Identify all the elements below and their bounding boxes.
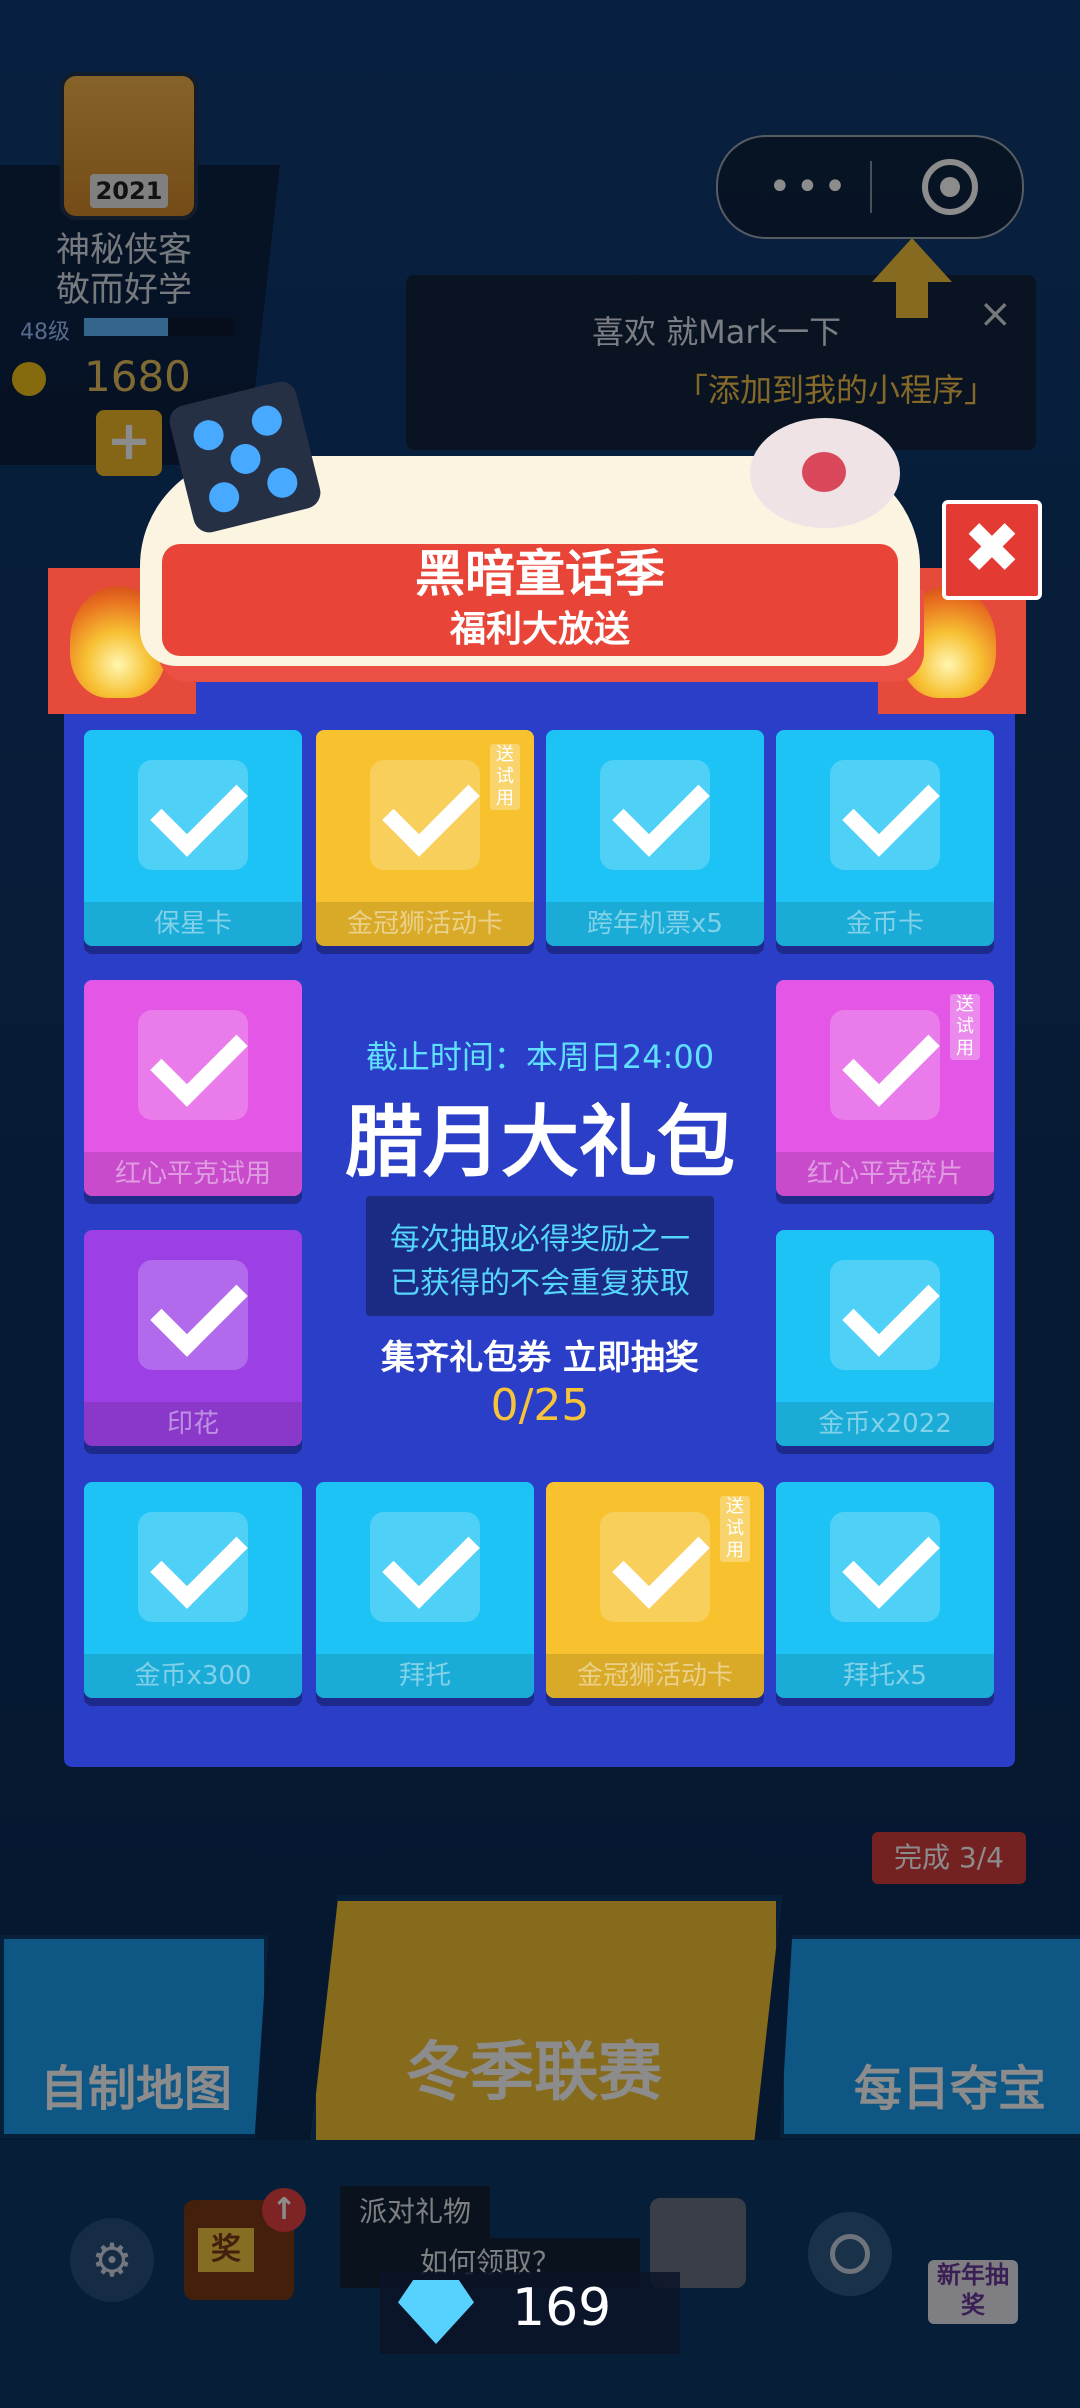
- reward-item[interactable]: 送试用金冠狮活动卡: [546, 1482, 764, 1698]
- trial-tag: 送试用: [720, 1496, 750, 1562]
- reward-item-label: 金冠狮活动卡: [316, 902, 534, 946]
- reward-item-label: 跨年机票x5: [546, 902, 764, 946]
- reward-item[interactable]: 拜托: [316, 1482, 534, 1698]
- reward-item-label: 印花: [84, 1402, 302, 1446]
- reward-item-label: 保星卡: [84, 902, 302, 946]
- reward-item[interactable]: 送试用金冠狮活动卡: [316, 730, 534, 946]
- reward-item-label: 金币卡: [776, 902, 994, 946]
- reward-item[interactable]: 保星卡: [84, 730, 302, 946]
- reward-item-label: 金冠狮活动卡: [546, 1654, 764, 1698]
- reward-item[interactable]: 金币卡: [776, 730, 994, 946]
- reward-item[interactable]: 金币x300: [84, 1482, 302, 1698]
- teapot-icon: [750, 418, 900, 528]
- reward-item[interactable]: 金币x2022: [776, 1230, 994, 1446]
- collect-instruction: 集齐礼包券 立即抽奖: [381, 1338, 699, 1378]
- reward-item[interactable]: 红心平克试用: [84, 980, 302, 1196]
- gift-pack-title: 腊月大礼包: [344, 1098, 735, 1188]
- reward-item-label: 金币x2022: [776, 1402, 994, 1446]
- close-button[interactable]: ✖: [942, 500, 1042, 600]
- reward-item[interactable]: 拜托x5: [776, 1482, 994, 1698]
- reward-item-label: 拜托: [316, 1654, 534, 1698]
- trial-tag: 送试用: [950, 994, 980, 1060]
- reward-item[interactable]: 印花: [84, 1230, 302, 1446]
- reward-item[interactable]: 送试用红心平克碎片: [776, 980, 994, 1196]
- gem-count: 169: [512, 2278, 612, 2338]
- reward-item-label: 拜托x5: [776, 1654, 994, 1698]
- modal-title: 黑暗童话季: [415, 545, 665, 603]
- deadline-text: 截止时间：本周日24:00: [365, 1038, 715, 1076]
- rules-box: 每次抽取必得奖励之一 已获得的不会重复获取: [366, 1196, 714, 1316]
- collect-progress: 0/25: [490, 1380, 590, 1431]
- reward-item-label: 红心平克碎片: [776, 1152, 994, 1196]
- rule-line2: 已获得的不会重复获取: [390, 1266, 690, 1301]
- trial-tag: 送试用: [490, 744, 520, 810]
- rule-line1: 每次抽取必得奖励之一: [390, 1222, 690, 1257]
- reward-item[interactable]: 跨年机票x5: [546, 730, 764, 946]
- reward-item-label: 金币x300: [84, 1654, 302, 1698]
- modal-subtitle: 福利大放送: [449, 609, 630, 650]
- reward-item-label: 红心平克试用: [84, 1152, 302, 1196]
